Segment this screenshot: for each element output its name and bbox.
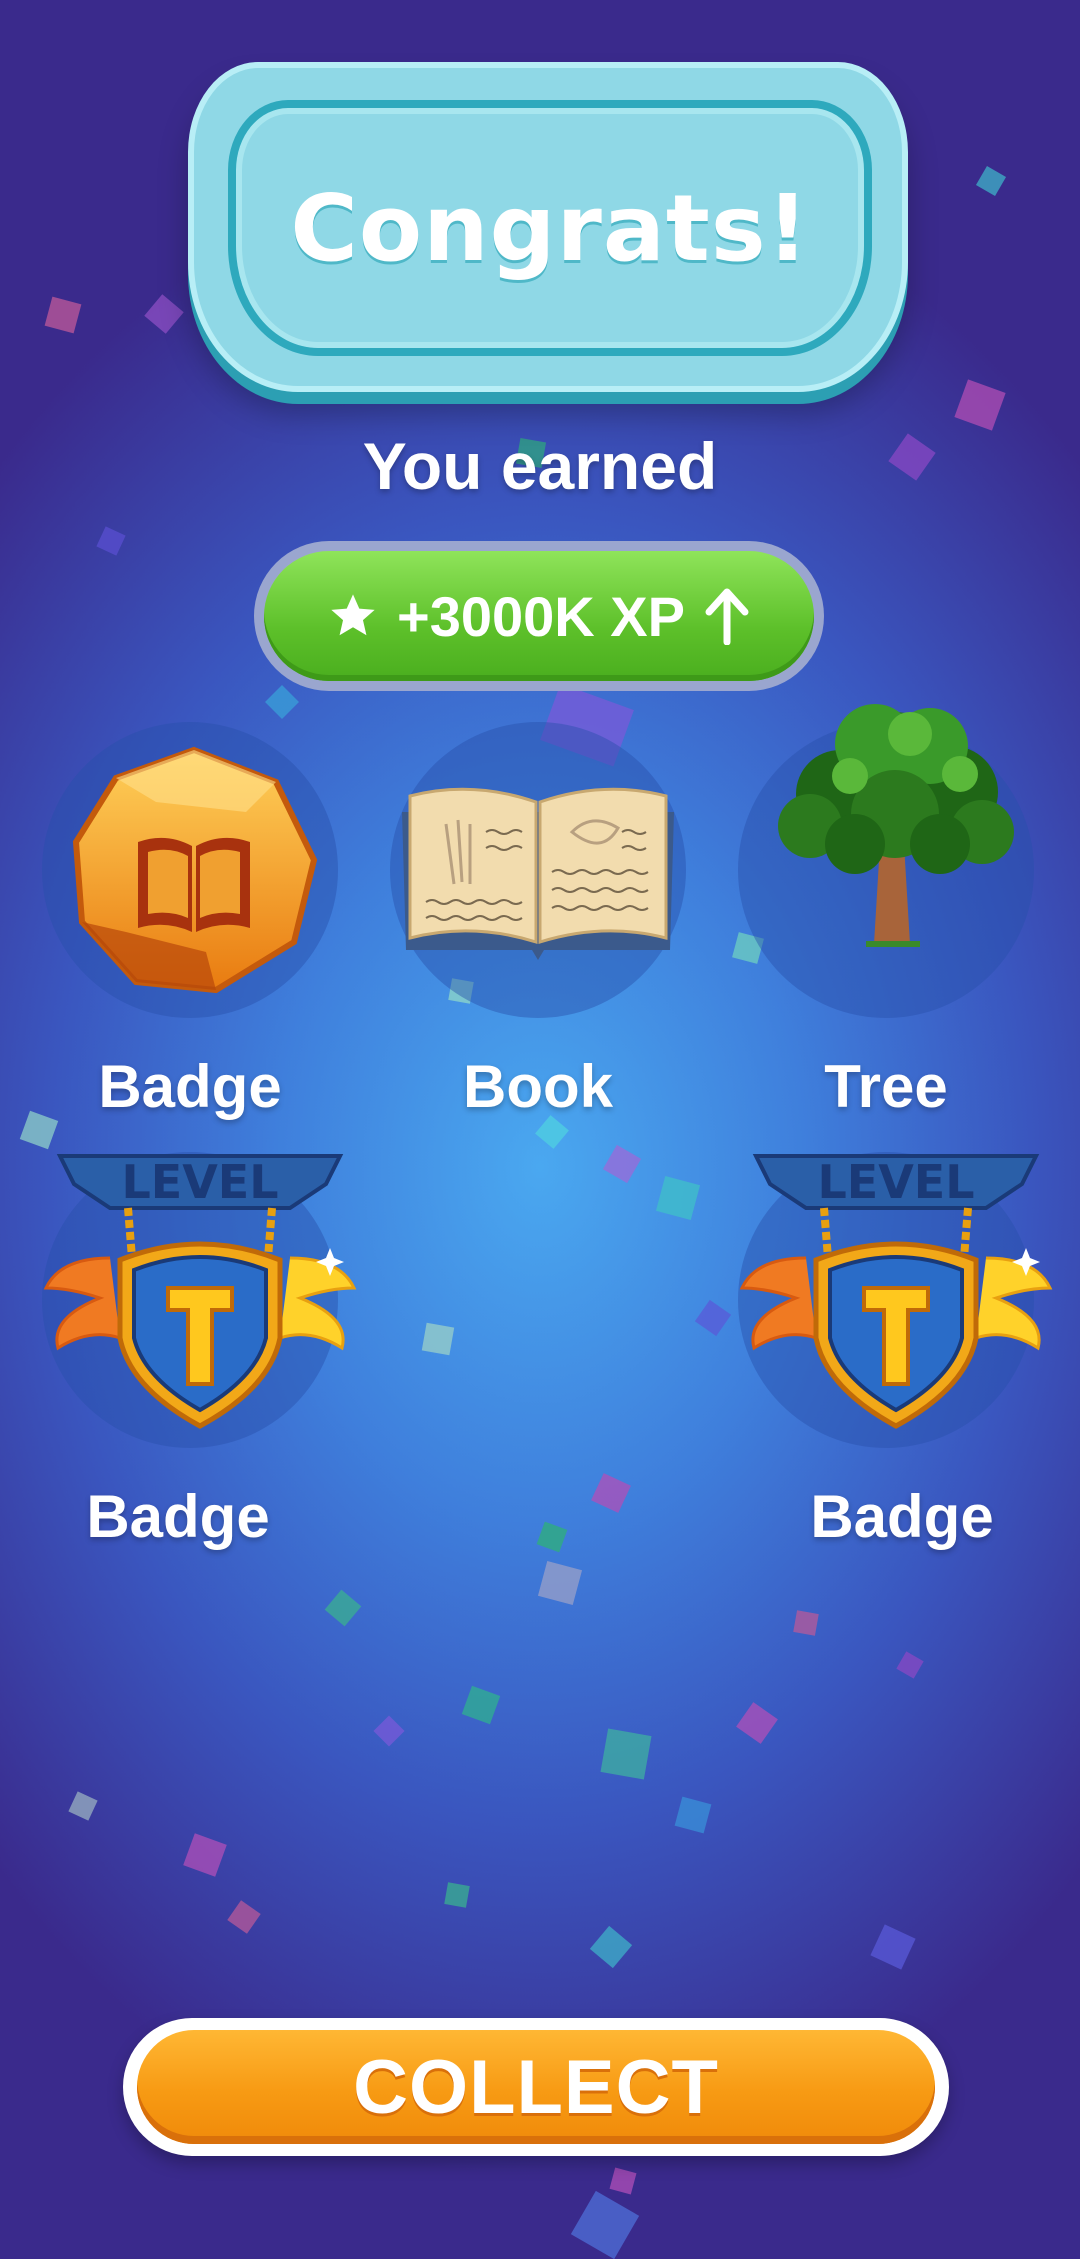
level-shield-badge-icon: LEVEL [40, 1148, 360, 1434]
star-icon [331, 594, 375, 636]
book-gem-badge-icon [66, 742, 322, 1002]
arrow-up-icon [705, 588, 749, 645]
xp-reward-pill: +3000K XP [254, 541, 824, 691]
level-shield-badge-icon: LEVEL [736, 1148, 1056, 1434]
earned-subtitle: You earned [362, 429, 718, 503]
reward-label-1: Badge [98, 1053, 282, 1120]
open-book-icon [396, 772, 680, 966]
reward-label-3: Tree [824, 1053, 948, 1120]
collect-button[interactable]: COLLECT [137, 2030, 935, 2144]
title-banner: Congrats! [228, 100, 872, 356]
page-title: Congrats! [290, 174, 810, 282]
xp-amount: +3000K XP [397, 584, 685, 648]
reward-label-5: Badge [810, 1483, 994, 1550]
tree-icon [770, 694, 1020, 962]
reward-label-4: Badge [86, 1483, 270, 1550]
reward-label-2: Book [463, 1053, 613, 1120]
level-banner-text: LEVEL [121, 1155, 278, 1209]
level-banner-text: LEVEL [817, 1155, 974, 1209]
